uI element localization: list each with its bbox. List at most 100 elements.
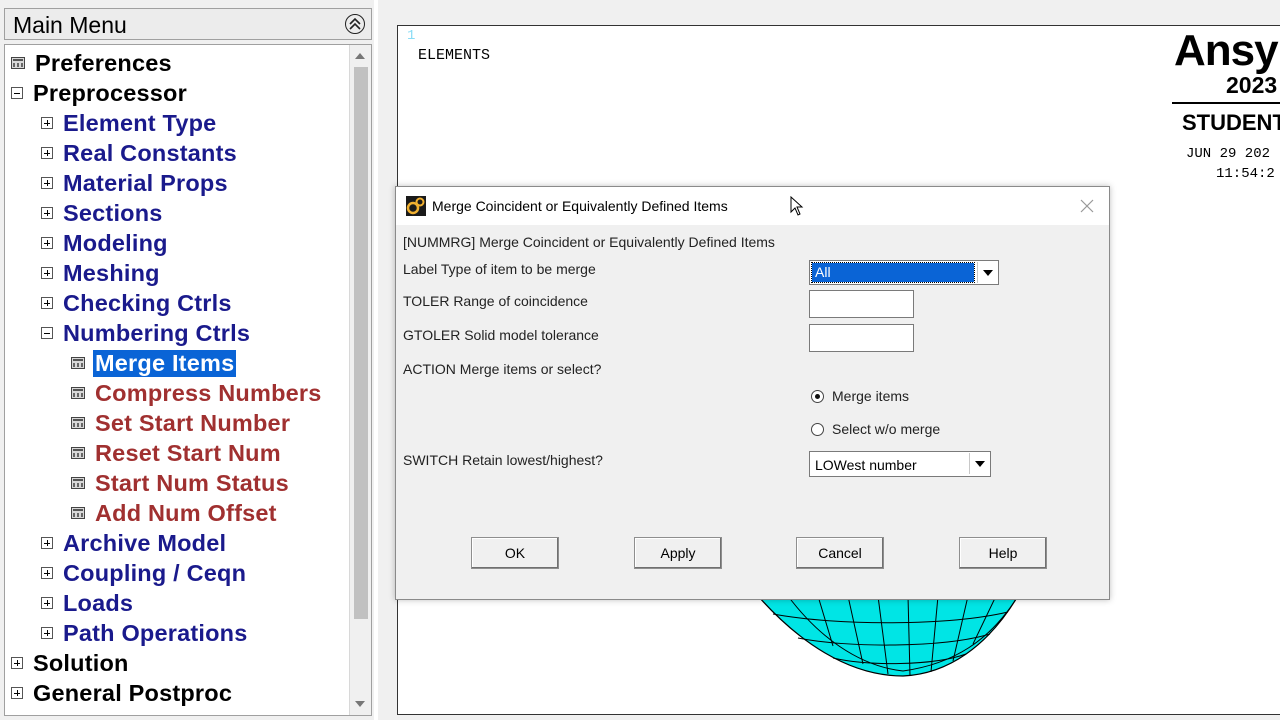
select-without-merge-radio[interactable]: Select w/o merge [811,421,940,437]
merge-items-radio[interactable]: Merge items [811,388,909,404]
expand-plus-icon[interactable] [11,657,23,669]
command-icon[interactable] [11,57,25,69]
command-description: [NUMMRG] Merge Coincident or Equivalentl… [403,234,775,250]
cancel-button[interactable]: Cancel [796,537,884,569]
menu-item-label: Meshing [63,259,160,286]
menu-item-checking-ctrls[interactable]: Checking Ctrls [41,288,234,318]
menu-item-element-type[interactable]: Element Type [41,108,218,138]
expand-plus-icon[interactable] [41,177,53,189]
menu-item-sections[interactable]: Sections [41,198,165,228]
collapse-minus-icon[interactable] [41,327,53,339]
menu-tree-container: Preferences Preprocessor Element Type Real … [4,44,372,716]
command-icon[interactable] [71,357,85,369]
menu-item-material-props[interactable]: Material Props [41,168,230,198]
menu-item-label: Real Constants [63,139,237,166]
main-menu-title: Main Menu [13,12,127,38]
command-icon[interactable] [71,417,85,429]
expand-plus-icon[interactable] [41,267,53,279]
expand-plus-icon[interactable] [11,687,23,699]
menu-item-modeling[interactable]: Modeling [41,228,170,258]
mouse-cursor-icon [790,196,804,216]
logo-divider [1172,102,1280,104]
logo-year: 2023 [1226,72,1278,98]
menu-item-solution[interactable]: Solution [11,648,131,678]
mesh-model [756,595,1020,677]
menu-item-label: Sections [63,199,163,226]
logo-edition: STUDENT [1182,110,1280,135]
expand-plus-icon[interactable] [41,297,53,309]
command-icon[interactable] [71,507,85,519]
merge-items-radio-label: Merge items [832,388,910,404]
label-dropdown-value: All [811,262,975,283]
menu-item-label: Material Props [63,169,228,196]
ansys-app-icon [406,196,426,216]
window-number: 1 [407,28,416,44]
menu-item-reset-start-num[interactable]: Reset Start Num [71,438,283,468]
gtoler-input[interactable] [809,324,914,352]
menu-item-general-postproc[interactable]: General Postproc [11,678,234,708]
menu-scrollbar[interactable] [349,45,371,715]
menu-item-archive-model[interactable]: Archive Model [41,528,228,558]
menu-item-label: Archive Model [63,529,227,556]
menu-item-numbering-ctrls[interactable]: Numbering Ctrls [41,318,252,348]
menu-item-path-operations[interactable]: Path Operations [41,618,250,648]
menu-item-label: Preferences [35,49,172,76]
help-button[interactable]: Help [959,537,1047,569]
expand-plus-icon[interactable] [41,567,53,579]
collapse-minus-icon[interactable] [11,87,23,99]
label-field-label: Label Type of item to be merge [403,261,596,277]
expand-plus-icon[interactable] [41,147,53,159]
toler-input[interactable] [809,290,914,318]
label-dropdown[interactable]: All [809,260,999,285]
menu-item-meshing[interactable]: Meshing [41,258,162,288]
command-icon[interactable] [71,387,85,399]
menu-item-label: Modeling [63,229,168,256]
menu-item-add-num-offset[interactable]: Add Num Offset [71,498,279,528]
chevron-down-icon[interactable] [969,453,989,474]
expand-plus-icon[interactable] [41,627,53,639]
switch-dropdown[interactable]: LOWest number [809,451,991,477]
menu-item-label: Reset Start Num [95,439,281,466]
command-icon[interactable] [71,447,85,459]
menu-item-label: Set Start Number [95,409,291,436]
plot-label: ELEMENTS [418,47,491,64]
menu-item-label: Add Num Offset [95,499,277,526]
menu-item-start-num-status[interactable]: Start Num Status [71,468,291,498]
expand-plus-icon[interactable] [41,237,53,249]
command-icon[interactable] [71,477,85,489]
menu-item-loads[interactable]: Loads [41,588,135,618]
collapse-menu-icon[interactable] [345,14,365,34]
chevron-down-icon[interactable] [977,262,997,283]
menu-item-merge-items[interactable]: Merge Items [71,348,237,378]
expand-plus-icon[interactable] [41,597,53,609]
expand-plus-icon[interactable] [41,117,53,129]
apply-button[interactable]: Apply [634,537,722,569]
scroll-up-arrow-icon[interactable] [355,53,365,59]
radio-unchecked-icon[interactable] [811,422,824,436]
gtoler-field-label: GTOLER Solid model tolerance [403,327,599,343]
dialog-title: Merge Coincident or Equivalently Defined… [432,198,728,214]
menu-item-compress-numbers[interactable]: Compress Numbers [71,378,324,408]
expand-plus-icon[interactable] [41,207,53,219]
merge-items-dialog: Merge Coincident or Equivalently Defined… [395,186,1110,600]
dialog-titlebar[interactable]: Merge Coincident or Equivalently Defined… [396,187,1109,225]
switch-field-label: SWITCH Retain lowest/highest? [403,452,603,468]
scroll-thumb[interactable] [354,67,368,619]
close-icon[interactable] [1079,198,1095,214]
plot-date: JUN 29 202 [1186,146,1271,162]
action-field-label: ACTION Merge items or select? [403,361,602,377]
radio-checked-icon[interactable] [811,389,824,403]
menu-item-label: Preprocessor [33,79,187,106]
menu-item-set-start-number[interactable]: Set Start Number [71,408,292,438]
ansys-logo: Ansy [1174,26,1279,75]
ok-button[interactable]: OK [471,537,559,569]
menu-item-label: Compress Numbers [95,379,322,406]
expand-plus-icon[interactable] [41,537,53,549]
menu-item-real-constants[interactable]: Real Constants [41,138,239,168]
menu-item-coupling-ceqn[interactable]: Coupling / Ceqn [41,558,248,588]
menu-item-preprocessor[interactable]: Preprocessor [11,78,189,108]
scroll-down-arrow-icon[interactable] [355,701,365,707]
menu-item-label: General Postproc [33,679,233,706]
menu-item-label: Coupling / Ceqn [63,559,247,586]
menu-item-preferences[interactable]: Preferences [11,48,174,78]
